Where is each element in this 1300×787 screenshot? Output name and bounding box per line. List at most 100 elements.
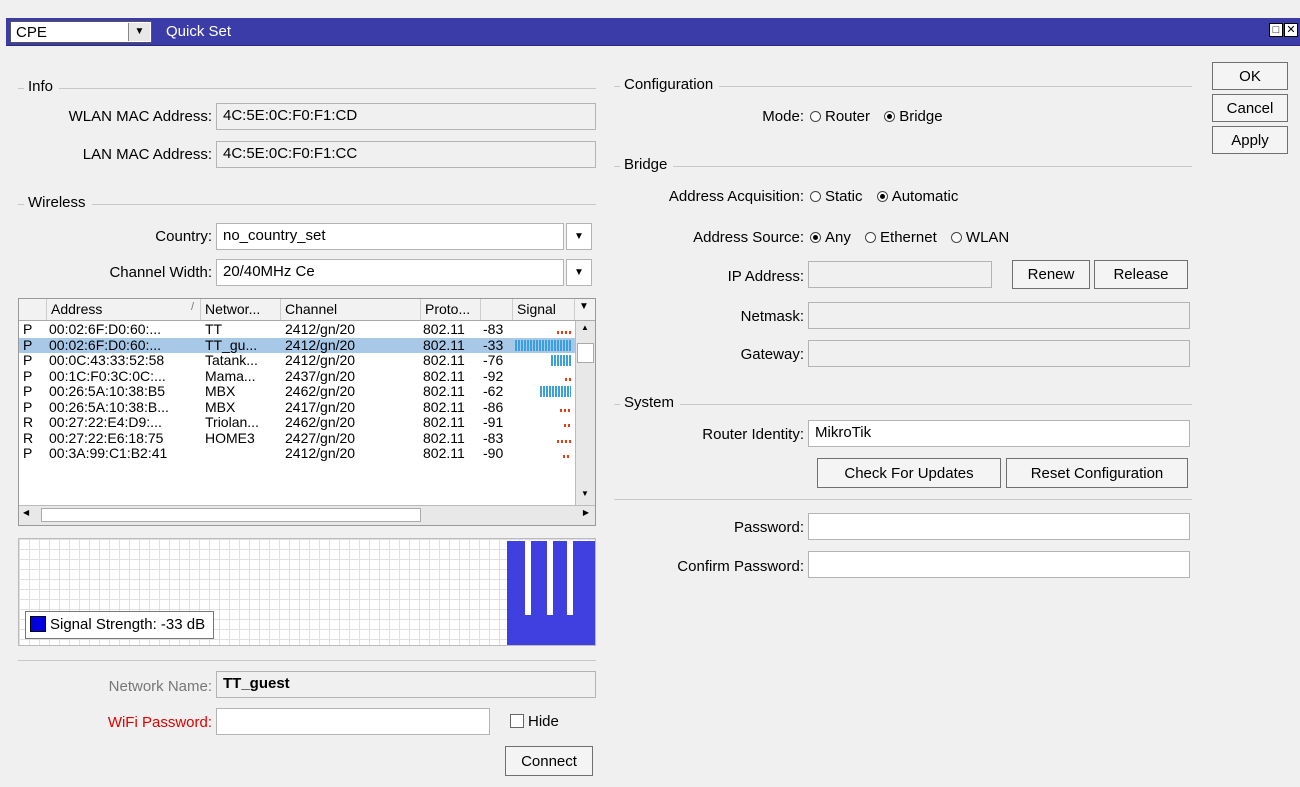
cell-channel: 2412/gn/20 [285,337,356,353]
scroll-left-icon[interactable]: ◀ [23,508,29,517]
netmask-label: Netmask: [740,308,804,325]
vertical-scrollbar[interactable]: ▲ ▼ [575,321,595,505]
password-input[interactable] [808,513,1190,540]
apply-button[interactable]: Apply [1212,126,1288,154]
mode-radio-group: Router Bridge [810,108,953,125]
chevron-down-icon[interactable]: ▼ [575,299,595,320]
mode-label: Mode: [762,108,804,125]
cell-address: 00:26:5A:10:38:B5 [49,384,165,399]
address-source-label: Address Source: [693,229,804,246]
radio-selected-icon[interactable] [876,191,888,202]
cell-signal: -62 [483,384,504,399]
country-select[interactable]: no_country_set [216,223,564,250]
release-button[interactable]: Release [1094,260,1188,289]
table-row[interactable]: P 00:02:6F:D0:60:... TT 2412/gn/20 802.11 -83 [19,322,575,337]
signal-strength-bar [565,377,571,381]
scrollbar-thumb[interactable] [41,508,421,522]
ip-address-field[interactable] [808,261,992,288]
horizontal-scrollbar[interactable]: ◀ ▶ [19,505,595,525]
reset-configuration-button[interactable]: Reset Configuration [1006,458,1188,488]
cell-proto: 802.11 [423,430,465,446]
mode-select-value: CPE [16,24,47,41]
scroll-down-icon[interactable]: ▼ [578,489,592,503]
chevron-down-icon[interactable]: ▼ [566,223,592,250]
wlan-mac-field[interactable]: 4C:5E:0C:F0:F1:CD [216,103,596,130]
column-header-signal[interactable]: Signal [513,299,575,320]
cell-address: 00:02:6F:D0:60:... [49,337,162,353]
wifi-password-input[interactable] [216,708,490,735]
table-row[interactable]: P 00:26:5A:10:38:B5 MBX 2462/gn/20 802.11 -62 [19,384,575,399]
acq-static-radio[interactable]: Static [810,188,863,205]
cell-signal: -83 [483,322,504,337]
ok-button[interactable]: OK [1212,62,1288,90]
table-row[interactable]: P 00:3A:99:C1:B2:41 2412/gn/20 802.11 -90 [19,446,575,461]
source-wlan-radio[interactable]: WLAN [950,229,1009,246]
close-icon[interactable]: ✕ [1284,23,1298,37]
check-for-updates-button[interactable]: Check For Updates [817,458,1001,488]
chevron-down-icon[interactable]: ▼ [566,259,592,286]
column-header-address[interactable]: Address / [47,299,201,320]
table-row[interactable]: P 00:26:5A:10:38:B... MBX 2417/gn/20 802.11 -… [19,400,575,415]
password-label: Password: [733,519,804,536]
wifi-password-label: WiFi Password: [107,714,212,731]
gateway-field[interactable] [808,340,1190,367]
column-header-blank[interactable] [481,299,513,320]
source-any-radio[interactable]: Any [810,229,851,246]
confirm-password-input[interactable] [808,551,1190,578]
cell-channel: 2417/gn/20 [285,399,356,415]
cell-address: 00:27:22:E6:18:75 [49,430,164,446]
legend-swatch [30,616,46,632]
table-row[interactable]: R 00:27:22:E4:D9:... Triolan... 2462/gn/20 8… [19,415,575,430]
table-row[interactable]: R 00:27:22:E6:18:75 HOME3 2427/gn/20 802.11 -… [19,431,575,446]
table-row[interactable]: P 00:02:6F:D0:60:... TT_gu... 2412/gn/20 802… [19,337,575,353]
signal-strength-bar [563,455,571,458]
cell-address: 00:26:5A:10:38:B... [49,399,169,415]
channel-width-select[interactable]: 20/40MHz Ce [216,259,564,286]
system-section: System [614,394,1192,414]
radio-icon[interactable] [950,232,962,243]
cell-signal: -83 [483,430,504,446]
column-header-proto[interactable]: Proto... [421,299,481,320]
signal-strength-bar [557,331,571,334]
wireless-section: Wireless [18,194,596,214]
cell-network: MBX [205,384,236,399]
cell-flag: P [23,399,33,415]
lan-mac-field[interactable]: 4C:5E:0C:F0:F1:CC [216,141,596,168]
scroll-right-icon[interactable]: ▶ [583,508,589,517]
radio-icon[interactable] [865,232,877,243]
radio-selected-icon[interactable] [884,111,896,122]
maximize-icon[interactable]: □ [1269,23,1283,37]
radio-selected-icon[interactable] [810,232,821,243]
checkbox-icon[interactable] [510,714,524,728]
acq-automatic-radio[interactable]: Automatic [876,188,958,205]
scroll-up-icon[interactable]: ▲ [578,323,592,337]
scan-table: Address / Networ... Channel Proto... Sign… [18,298,596,526]
radio-icon[interactable] [810,191,821,202]
router-identity-input[interactable]: MikroTik [808,420,1190,447]
table-row[interactable]: P 00:1C:F0:3C:0C:... Mama... 2437/gn/20 802.… [19,369,575,384]
scrollbar-thumb[interactable] [577,343,594,363]
column-header-flag[interactable] [19,299,47,320]
mode-select[interactable]: CPE ▼ [10,21,152,43]
hide-checkbox[interactable]: Hide [510,713,559,730]
sort-icon: / [190,301,194,313]
column-header-channel[interactable]: Channel [281,299,421,320]
column-header-network[interactable]: Networ... [201,299,281,320]
radio-icon[interactable] [810,111,821,122]
mode-router-radio[interactable]: Router [810,108,870,125]
connect-button[interactable]: Connect [505,746,593,776]
cell-address: 00:3A:99:C1:B2:41 [49,446,168,461]
cell-network: Triolan... [205,415,259,430]
wlan-mac-label: WLAN MAC Address: [68,108,212,125]
cell-proto: 802.11 [423,399,465,415]
renew-button[interactable]: Renew [1012,260,1090,289]
mode-bridge-radio[interactable]: Bridge [884,108,943,125]
netmask-field[interactable] [808,302,1190,329]
info-section: Info [18,78,596,98]
network-name-field[interactable]: TT_guest [216,671,596,698]
address-source-radio-group: Any Ethernet WLAN [810,229,1019,246]
table-row[interactable]: P 00:0C:43:33:52:58 Tatank... 2412/gn/20 802… [19,353,575,368]
chevron-down-icon[interactable]: ▼ [128,23,150,41]
cancel-button[interactable]: Cancel [1212,94,1288,122]
source-ethernet-radio[interactable]: Ethernet [865,229,937,246]
